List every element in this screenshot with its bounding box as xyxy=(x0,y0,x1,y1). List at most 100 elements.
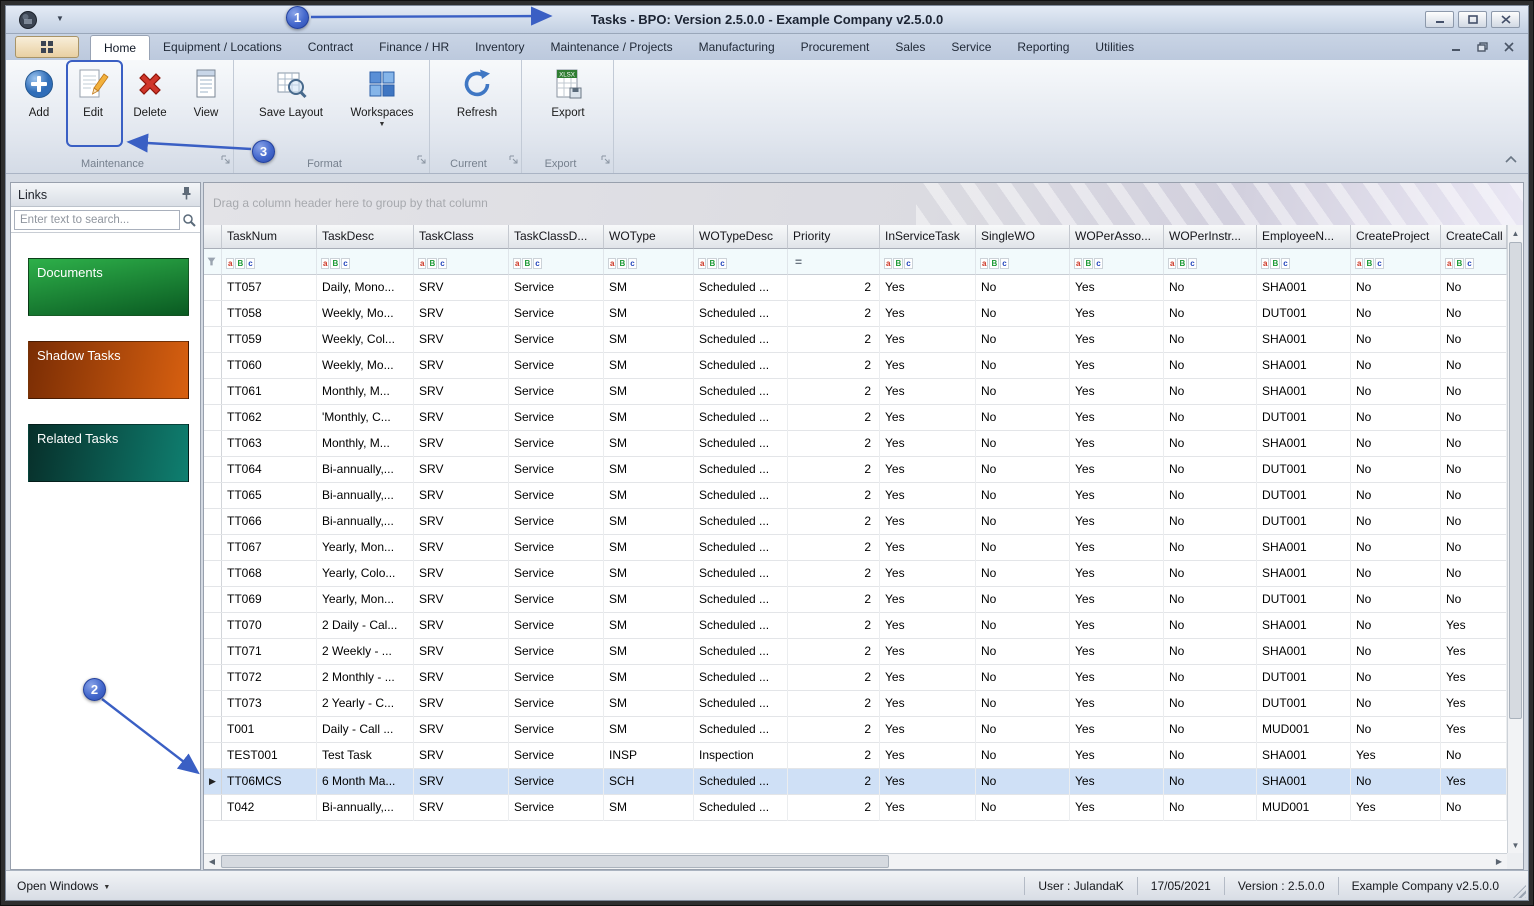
dialog-launcher-icon[interactable] xyxy=(601,151,610,169)
cell[interactable]: No xyxy=(976,691,1070,717)
horizontal-scroll-thumb[interactable] xyxy=(221,855,889,868)
cell[interactable]: SRV xyxy=(414,353,509,379)
view-button[interactable]: View xyxy=(181,67,231,119)
cell[interactable]: Service xyxy=(509,431,604,457)
cell[interactable]: SRV xyxy=(414,535,509,561)
resize-grip[interactable] xyxy=(1513,885,1526,898)
cell[interactable]: No xyxy=(1164,457,1257,483)
cell[interactable]: No xyxy=(1351,509,1441,535)
column-header-singlewo[interactable]: SingleWO xyxy=(976,225,1070,249)
cell[interactable]: Bi-annually,... xyxy=(317,795,414,821)
cell[interactable]: No xyxy=(1351,457,1441,483)
cell[interactable]: Yes xyxy=(1070,769,1164,795)
column-header-taskclass[interactable]: TaskClass xyxy=(414,225,509,249)
cell[interactable]: SM xyxy=(604,587,694,613)
cell[interactable]: SM xyxy=(604,275,694,301)
ribbon-tab-service[interactable]: Service xyxy=(938,35,1004,60)
cell[interactable]: SRV xyxy=(414,379,509,405)
ribbon-tab-utilities[interactable]: Utilities xyxy=(1082,35,1147,60)
cell[interactable]: Yes xyxy=(1070,301,1164,327)
cell[interactable]: SM xyxy=(604,457,694,483)
cell[interactable]: No xyxy=(976,509,1070,535)
cell[interactable]: Yes xyxy=(1070,561,1164,587)
scroll-down-icon[interactable]: ▼ xyxy=(1508,837,1523,853)
cell[interactable]: No xyxy=(1441,795,1507,821)
cell[interactable]: No xyxy=(1164,483,1257,509)
cell[interactable]: SM xyxy=(604,327,694,353)
cell[interactable]: SRV xyxy=(414,665,509,691)
cell[interactable]: TT073 xyxy=(222,691,317,717)
cell[interactable]: Service xyxy=(509,717,604,743)
cell[interactable]: 2 xyxy=(788,587,880,613)
cell[interactable]: No xyxy=(1164,509,1257,535)
cell[interactable]: TT070 xyxy=(222,613,317,639)
cell[interactable]: Monthly, M... xyxy=(317,379,414,405)
cell[interactable]: SRV xyxy=(414,301,509,327)
dialog-launcher-icon[interactable] xyxy=(417,151,426,169)
cell[interactable]: Yes xyxy=(1441,665,1507,691)
cell[interactable]: Daily - Call ... xyxy=(317,717,414,743)
group-by-bar[interactable]: Drag a column header here to group by th… xyxy=(204,183,1523,225)
cell[interactable]: No xyxy=(1164,561,1257,587)
open-windows-dropdown[interactable]: Open Windows▼ xyxy=(17,879,110,893)
cell[interactable]: Yes xyxy=(1070,535,1164,561)
cell[interactable]: SM xyxy=(604,691,694,717)
cell[interactable]: Scheduled ... xyxy=(694,301,788,327)
cell[interactable]: SCH xyxy=(604,769,694,795)
cell[interactable]: Yes xyxy=(880,327,976,353)
cell[interactable]: 2 xyxy=(788,353,880,379)
cell[interactable]: No xyxy=(1164,405,1257,431)
cell[interactable]: 2 xyxy=(788,717,880,743)
cell[interactable]: Yes xyxy=(880,275,976,301)
cell[interactable]: Yes xyxy=(880,587,976,613)
cell[interactable]: Yes xyxy=(1070,691,1164,717)
ribbon-collapse-icon[interactable] xyxy=(1504,151,1518,169)
cell[interactable]: Yes xyxy=(1441,769,1507,795)
cell[interactable]: No xyxy=(976,457,1070,483)
cell[interactable]: 2 Daily - Cal... xyxy=(317,613,414,639)
column-header-wotype[interactable]: WOType xyxy=(604,225,694,249)
cell[interactable]: 2 xyxy=(788,457,880,483)
cell[interactable]: No xyxy=(1351,665,1441,691)
cell[interactable]: Yes xyxy=(880,613,976,639)
cell[interactable]: No xyxy=(1351,613,1441,639)
cell[interactable]: Weekly, Mo... xyxy=(317,353,414,379)
cell[interactable]: Yes xyxy=(880,301,976,327)
cell[interactable]: SRV xyxy=(414,795,509,821)
ribbon-tab-home[interactable]: Home xyxy=(90,35,150,60)
cell[interactable]: Yearly, Mon... xyxy=(317,587,414,613)
cell[interactable]: SRV xyxy=(414,431,509,457)
edit-button[interactable]: Edit xyxy=(67,67,119,119)
filter-cell-taskdesc[interactable]: aBc xyxy=(317,249,414,275)
close-button[interactable] xyxy=(1491,11,1520,28)
cell[interactable]: No xyxy=(1351,717,1441,743)
cell[interactable]: Service xyxy=(509,535,604,561)
cell[interactable]: DUT001 xyxy=(1257,405,1351,431)
cell[interactable]: Yes xyxy=(1070,327,1164,353)
cell[interactable]: TT058 xyxy=(222,301,317,327)
cell[interactable]: Yes xyxy=(1070,275,1164,301)
cell[interactable]: TT059 xyxy=(222,327,317,353)
add-button[interactable]: Add xyxy=(14,67,64,119)
pin-icon[interactable] xyxy=(180,186,193,203)
cell[interactable]: TT069 xyxy=(222,587,317,613)
table-row[interactable]: T042Bi-annually,...SRVServiceSMScheduled… xyxy=(204,795,1507,821)
cell[interactable]: No xyxy=(976,535,1070,561)
cell[interactable]: SRV xyxy=(414,457,509,483)
cell[interactable]: SM xyxy=(604,509,694,535)
cell[interactable]: TT061 xyxy=(222,379,317,405)
cell[interactable]: SRV xyxy=(414,587,509,613)
cell[interactable]: 2 xyxy=(788,639,880,665)
cell[interactable]: Scheduled ... xyxy=(694,769,788,795)
cell[interactable]: Yes xyxy=(1070,717,1164,743)
cell[interactable]: Yes xyxy=(1070,613,1164,639)
cell[interactable]: SRV xyxy=(414,743,509,769)
column-header-wotypedesc[interactable]: WOTypeDesc xyxy=(694,225,788,249)
cell[interactable]: No xyxy=(976,769,1070,795)
cell[interactable]: Monthly, M... xyxy=(317,431,414,457)
cell[interactable]: SM xyxy=(604,431,694,457)
cell[interactable]: No xyxy=(1351,535,1441,561)
cell[interactable]: 2 xyxy=(788,795,880,821)
cell[interactable]: Scheduled ... xyxy=(694,613,788,639)
cell[interactable]: TT068 xyxy=(222,561,317,587)
